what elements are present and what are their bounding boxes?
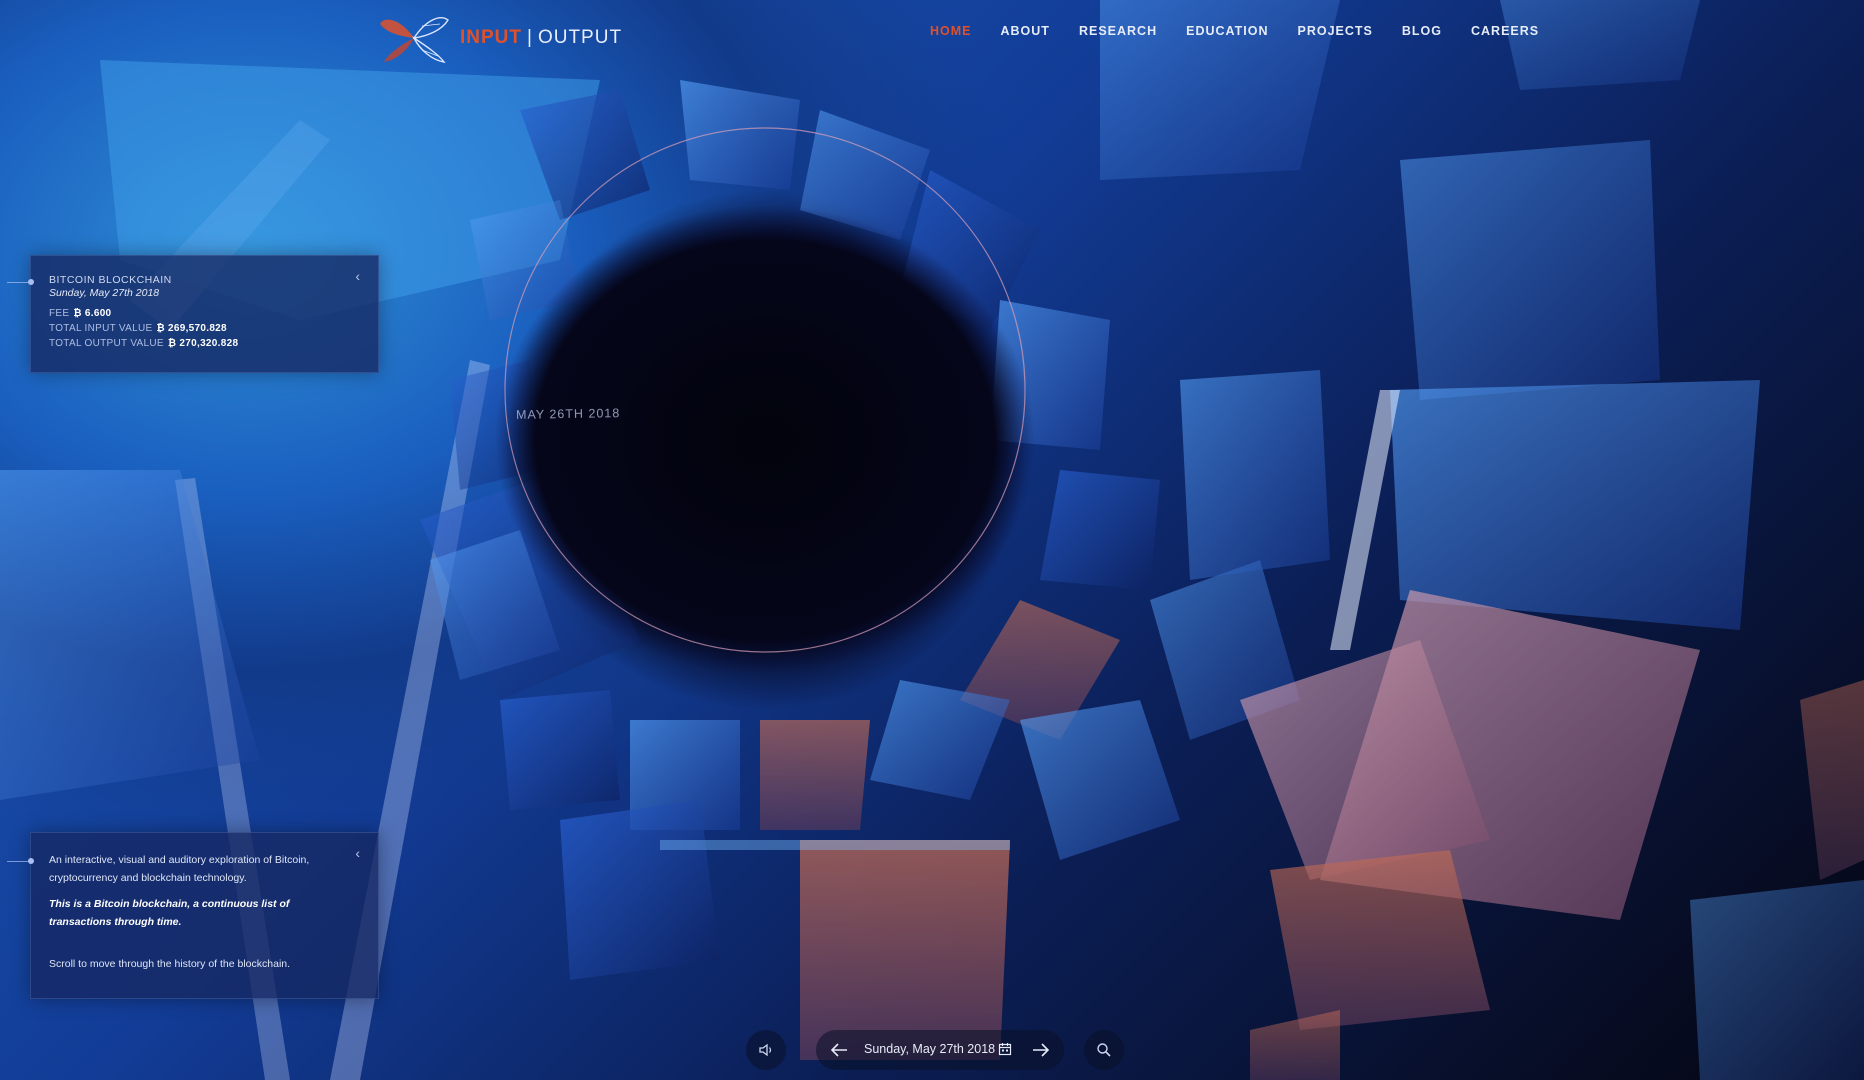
about-scroll-hint: Scroll to move through the history of th… xyxy=(49,958,291,970)
main-nav: HOME ABOUT RESEARCH EDUCATION PROJECTS B… xyxy=(930,24,1539,38)
logo-separator: | xyxy=(527,27,533,48)
ring-date-label: MAY 26TH 2018 xyxy=(515,406,621,422)
panel-connector xyxy=(7,279,34,285)
search-button[interactable] xyxy=(1084,1030,1124,1070)
about-intro-text: An interactive, visual and auditory expl… xyxy=(49,854,310,884)
logo-output-text: OUTPUT xyxy=(537,27,623,48)
total-input-label: TOTAL INPUT VALUE xyxy=(49,323,153,334)
about-emphasis-text: This is a Bitcoin blockchain, a continuo… xyxy=(49,898,290,928)
current-date-text: Sunday, May 27th 2018 xyxy=(864,1042,996,1056)
site-logo[interactable]: INPUT | OUTPUT xyxy=(378,8,622,68)
arrow-left-icon[interactable] xyxy=(828,1039,850,1061)
logo-input-text: INPUT xyxy=(460,27,522,48)
block-info-date: Sunday, May 27th 2018 xyxy=(49,287,160,299)
nav-home[interactable]: HOME xyxy=(930,24,972,38)
timeline-controls: Sunday, May 27th 2018 xyxy=(746,1030,1126,1072)
date-navigator: Sunday, May 27th 2018 xyxy=(816,1030,1064,1070)
site-header: INPUT | OUTPUT HOME ABOUT RESEARCH EDUCA… xyxy=(0,0,1864,74)
total-output-label: TOTAL OUTPUT VALUE xyxy=(49,338,164,349)
speaker-icon xyxy=(759,1043,772,1057)
blockchain-visualization-stage[interactable]: INPUT | OUTPUT HOME ABOUT RESEARCH EDUCA… xyxy=(0,0,1864,1080)
fee-value: ₿ 6.600 xyxy=(73,308,112,319)
about-panel: ‹ An interactive, visual and auditory ex… xyxy=(7,832,379,999)
total-output-row: TOTAL OUTPUT VALUE ₿ 270,320.828 xyxy=(49,338,238,349)
nav-projects[interactable]: PROJECTS xyxy=(1298,24,1373,38)
arrow-right-icon[interactable] xyxy=(1030,1039,1052,1061)
total-input-value: ₿ 269,570.828 xyxy=(156,323,227,334)
total-input-row: TOTAL INPUT VALUE ₿ 269,570.828 xyxy=(49,323,227,334)
nav-research[interactable]: RESEARCH xyxy=(1079,24,1157,38)
block-info-title: BITCOIN BLOCKCHAIN xyxy=(49,274,172,286)
fee-row: FEE ₿ 6.600 xyxy=(49,308,111,319)
sound-toggle-button[interactable] xyxy=(746,1030,786,1070)
chevron-left-icon[interactable]: ‹ xyxy=(355,268,360,284)
chevron-left-icon[interactable]: ‹ xyxy=(355,845,360,861)
nav-about[interactable]: ABOUT xyxy=(1001,24,1050,38)
block-info-panel: ‹ BITCOIN BLOCKCHAIN Sunday, May 27th 20… xyxy=(7,255,379,373)
nav-careers[interactable]: CAREERS xyxy=(1471,24,1539,38)
search-icon xyxy=(1097,1043,1111,1057)
fee-label: FEE xyxy=(49,308,70,319)
panel-connector xyxy=(7,858,34,864)
nav-blog[interactable]: BLOG xyxy=(1402,24,1442,38)
butterfly-logo-icon xyxy=(380,17,449,63)
total-output-value: ₿ 270,320.828 xyxy=(167,338,239,349)
nav-education[interactable]: EDUCATION xyxy=(1186,24,1268,38)
calendar-icon[interactable] xyxy=(998,1042,1012,1056)
